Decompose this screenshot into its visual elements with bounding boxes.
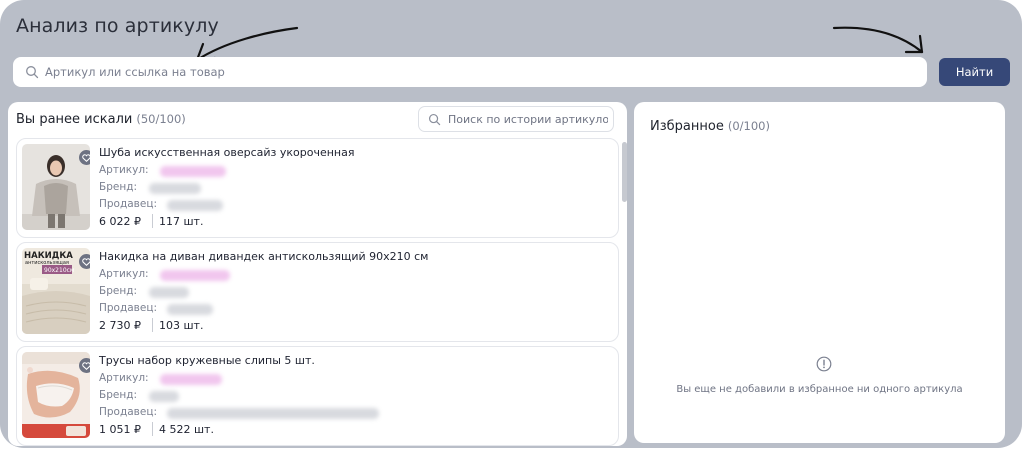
history-panel: Вы ранее искали (50/100) Поиск по истори… <box>8 102 627 446</box>
product-name[interactable]: Трусы набор кружевные слипы 5 шт. <box>99 354 315 367</box>
brand-value-blurred <box>149 287 189 298</box>
history-search-input[interactable] <box>448 112 608 126</box>
sku-value-blurred <box>160 166 226 177</box>
favorites-title: Избранное (0/100) <box>650 119 770 134</box>
image-text-size: 90х210см <box>44 267 74 274</box>
seller-label: Продавец: <box>99 302 158 314</box>
seller-value-blurred <box>167 200 223 211</box>
divider <box>152 214 153 228</box>
brand-label: Бренд: <box>99 285 137 297</box>
history-item[interactable]: Трусы набор кружевные слипы 5 шт. Артику… <box>16 346 619 446</box>
heart-icon <box>82 257 90 266</box>
seller-label: Продавец: <box>99 406 158 418</box>
history-scrollbar[interactable] <box>622 142 627 202</box>
heart-icon <box>82 361 90 370</box>
seller-value-blurred <box>167 304 213 315</box>
product-quantity: 117 шт. <box>159 215 204 228</box>
sku-label: Артикул: <box>99 268 149 280</box>
favorites-count: (0/100) <box>727 119 770 133</box>
product-image <box>22 144 90 230</box>
favorites-panel: Избранное (0/100) Вы еще не добавили в из… <box>634 102 1005 443</box>
image-text-subtitle: антискользящая <box>25 260 69 266</box>
find-button[interactable]: Найти <box>939 58 1010 86</box>
product-quantity: 4 522 шт. <box>159 423 214 436</box>
product-price: 1 051 ₽ <box>99 423 141 436</box>
history-search-field[interactable] <box>418 106 614 132</box>
brand-label: Бренд: <box>99 389 137 401</box>
favorites-title-label: Избранное <box>650 119 724 134</box>
seller-label: Продавец: <box>99 198 158 210</box>
product-image: НАКИДКА антискользящая 90х210см <box>22 248 90 334</box>
product-name[interactable]: Накидка на диван дивандек антискользящий… <box>99 250 428 263</box>
history-title: Вы ранее искали (50/100) <box>16 112 186 127</box>
brand-value-blurred <box>149 391 179 402</box>
page-title: Анализ по артикулу <box>16 15 219 37</box>
divider <box>152 318 153 332</box>
app-frame: Анализ по артикулу Найти Вы ранее искали… <box>0 0 1022 448</box>
history-count: (50/100) <box>136 112 186 126</box>
favorite-toggle[interactable] <box>79 150 90 165</box>
favorite-toggle[interactable] <box>79 254 90 269</box>
info-icon <box>816 356 832 372</box>
article-search-input[interactable] <box>45 65 905 79</box>
heart-icon <box>82 153 90 162</box>
sku-value-blurred <box>160 270 230 281</box>
seller-value-blurred <box>167 408 379 419</box>
favorite-toggle[interactable] <box>79 358 90 373</box>
sku-label: Артикул: <box>99 372 149 384</box>
search-icon <box>428 113 441 126</box>
favorites-empty-message: Вы еще не добавили в избранное ни одного… <box>676 384 963 395</box>
annotation-arrow-right <box>832 26 924 54</box>
product-price: 6 022 ₽ <box>99 215 141 228</box>
divider <box>152 422 153 436</box>
history-item[interactable]: НАКИДКА антискользящая 90х210см Накидка … <box>16 242 619 342</box>
article-search-bar[interactable] <box>13 57 927 87</box>
brand-value-blurred <box>149 183 201 194</box>
search-icon <box>25 65 39 79</box>
product-price: 2 730 ₽ <box>99 319 141 332</box>
history-title-label: Вы ранее искали <box>16 112 133 127</box>
sku-label: Артикул: <box>99 164 149 176</box>
history-item[interactable]: Шуба искусственная оверсайз укороченная … <box>16 138 619 238</box>
product-image <box>22 352 90 438</box>
brand-label: Бренд: <box>99 181 137 193</box>
product-name[interactable]: Шуба искусственная оверсайз укороченная <box>99 146 355 159</box>
product-quantity: 103 шт. <box>159 319 204 332</box>
sku-value-blurred <box>160 374 222 385</box>
